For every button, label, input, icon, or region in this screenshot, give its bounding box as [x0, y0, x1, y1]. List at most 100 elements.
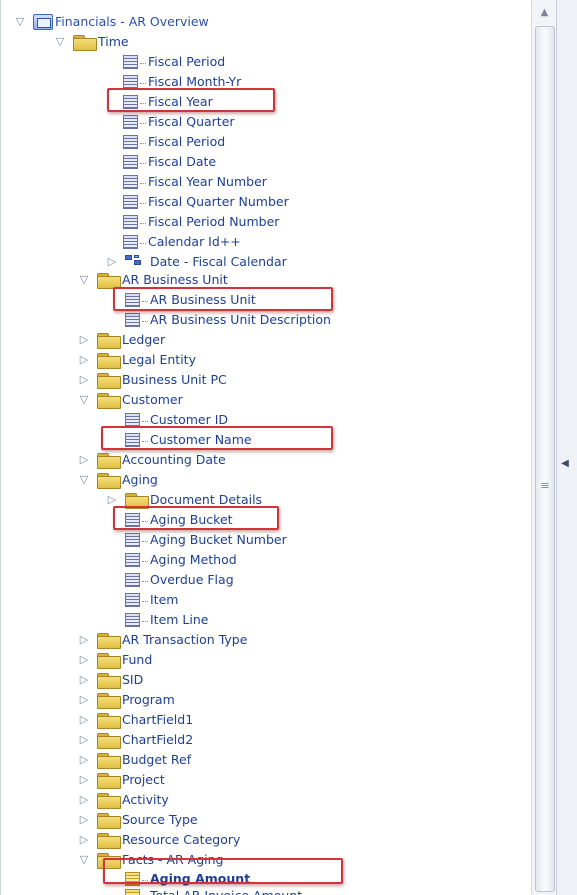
folder-icon [97, 713, 121, 729]
column-icon [123, 75, 138, 89]
folder-budget-ref[interactable]: ▷ Budget Ref [77, 750, 191, 770]
column-item[interactable]: AR Business Unit [125, 290, 256, 310]
column-icon [123, 235, 138, 249]
column-item[interactable]: Fiscal Period [123, 132, 225, 152]
column-item[interactable]: Fiscal Date [123, 152, 216, 172]
column-icon [123, 55, 138, 69]
fact-item[interactable]: Total AR Invoice Amount [125, 886, 302, 895]
folder-business-unit-pc[interactable]: ▷ Business Unit PC [77, 370, 227, 390]
folder-icon [97, 393, 121, 409]
triangle-right-icon[interactable]: ▷ [77, 773, 91, 787]
folder-icon [73, 35, 97, 51]
folder-resource-category[interactable]: ▷ Resource Category [77, 830, 240, 850]
scroll-up-icon[interactable]: ▲ [532, 0, 556, 24]
triangle-right-icon[interactable]: ▷ [77, 713, 91, 727]
triangle-right-icon[interactable]: ▷ [77, 793, 91, 807]
folder-icon [97, 833, 121, 849]
folder-legal-entity[interactable]: ▷ Legal Entity [77, 350, 196, 370]
triangle-right-icon[interactable]: ▷ [77, 813, 91, 827]
folder-icon [97, 753, 121, 769]
column-item[interactable]: Overdue Flag [125, 570, 234, 590]
column-item[interactable]: Calendar Id++ [123, 232, 241, 252]
vertical-scrollbar[interactable]: ▲ ≡ [531, 0, 556, 895]
triangle-right-icon[interactable]: ▷ [77, 653, 91, 667]
triangle-down-icon[interactable]: ▽ [77, 853, 91, 867]
column-item[interactable]: Aging Bucket Number [125, 530, 287, 550]
grip-icon: ≡ [540, 479, 550, 492]
folder-facts-ar-aging[interactable]: ▽ Facts - AR Aging [77, 850, 223, 870]
column-icon [123, 155, 138, 169]
folder-icon [97, 673, 121, 689]
folder-ar-business-unit[interactable]: ▽ AR Business Unit [77, 270, 228, 290]
folder-icon [97, 653, 121, 669]
column-item[interactable]: Fiscal Quarter [123, 112, 235, 132]
folder-chartfield1[interactable]: ▷ ChartField1 [77, 710, 193, 730]
triangle-right-icon[interactable]: ▷ [77, 353, 91, 367]
triangle-right-icon[interactable]: ▷ [77, 633, 91, 647]
column-icon [123, 195, 138, 209]
triangle-right-icon[interactable]: ▷ [105, 255, 119, 269]
column-item[interactable]: Item Line [125, 610, 208, 630]
column-item[interactable]: Fiscal Period [123, 52, 225, 72]
column-icon [123, 95, 138, 109]
folder-aging[interactable]: ▽ Aging [77, 470, 158, 490]
column-icon [125, 573, 140, 587]
triangle-down-icon[interactable]: ▽ [13, 15, 27, 29]
folder-customer[interactable]: ▽ Customer [77, 390, 183, 410]
folder-document-details[interactable]: ▷ Document Details [105, 490, 262, 510]
folder-ledger[interactable]: ▷ Ledger [77, 330, 165, 350]
column-icon [125, 313, 140, 327]
column-icon [125, 293, 140, 307]
triangle-down-icon[interactable]: ▽ [53, 35, 67, 49]
collapse-arrow-icon[interactable]: ◀ [559, 440, 571, 486]
tree-root[interactable]: ▽ Financials - AR Overview [13, 12, 209, 32]
folder-source-type[interactable]: ▷ Source Type [77, 810, 198, 830]
column-icon [125, 533, 140, 547]
column-item[interactable]: Fiscal Year Number [123, 172, 267, 192]
column-icon [125, 513, 140, 527]
column-item[interactable]: Fiscal Quarter Number [123, 192, 289, 212]
column-item[interactable]: AR Business Unit Description [125, 310, 331, 330]
folder-fund[interactable]: ▷ Fund [77, 650, 152, 670]
triangle-right-icon[interactable]: ▷ [77, 693, 91, 707]
triangle-right-icon[interactable]: ▷ [77, 333, 91, 347]
triangle-right-icon[interactable]: ▷ [77, 373, 91, 387]
triangle-right-icon[interactable]: ▷ [77, 673, 91, 687]
folder-project[interactable]: ▷ Project [77, 770, 165, 790]
folder-activity[interactable]: ▷ Activity [77, 790, 169, 810]
column-item[interactable]: Customer ID [125, 410, 228, 430]
triangle-down-icon[interactable]: ▽ [77, 393, 91, 407]
triangle-right-icon[interactable]: ▷ [105, 493, 119, 507]
triangle-down-icon[interactable]: ▽ [77, 473, 91, 487]
triangle-right-icon[interactable]: ▷ [77, 453, 91, 467]
folder-chartfield2[interactable]: ▷ ChartField2 [77, 730, 193, 750]
scroll-thumb[interactable]: ≡ [535, 26, 555, 892]
column-icon [123, 175, 138, 189]
column-item[interactable]: Fiscal Year [123, 92, 213, 112]
folder-icon [97, 793, 121, 809]
column-item[interactable]: Aging Method [125, 550, 237, 570]
folder-time[interactable]: ▽ Time [53, 32, 129, 52]
folder-icon [97, 453, 121, 469]
hierarchy-date-fiscal-calendar[interactable]: ▷ Date - Fiscal Calendar [105, 252, 287, 272]
triangle-right-icon[interactable]: ▷ [77, 833, 91, 847]
panel-splitter[interactable]: ◀ [556, 0, 577, 895]
folder-program[interactable]: ▷ Program [77, 690, 175, 710]
folder-sid[interactable]: ▷ SID [77, 670, 143, 690]
column-icon [123, 215, 138, 229]
triangle-right-icon[interactable]: ▷ [77, 753, 91, 767]
column-item[interactable]: Item [125, 590, 178, 610]
folder-icon [97, 373, 121, 389]
column-item[interactable]: Fiscal Period Number [123, 212, 279, 232]
column-item[interactable]: Customer Name [125, 430, 252, 450]
folder-icon [97, 773, 121, 789]
triangle-down-icon[interactable]: ▽ [77, 273, 91, 287]
triangle-right-icon[interactable]: ▷ [77, 733, 91, 747]
folder-accounting-date[interactable]: ▷ Accounting Date [77, 450, 226, 470]
column-item[interactable]: Fiscal Month-Yr [123, 72, 241, 92]
folder-icon [97, 853, 121, 869]
column-icon [123, 115, 138, 129]
column-icon [125, 413, 140, 427]
folder-ar-transaction-type[interactable]: ▷ AR Transaction Type [77, 630, 247, 650]
column-item[interactable]: Aging Bucket [125, 510, 233, 530]
